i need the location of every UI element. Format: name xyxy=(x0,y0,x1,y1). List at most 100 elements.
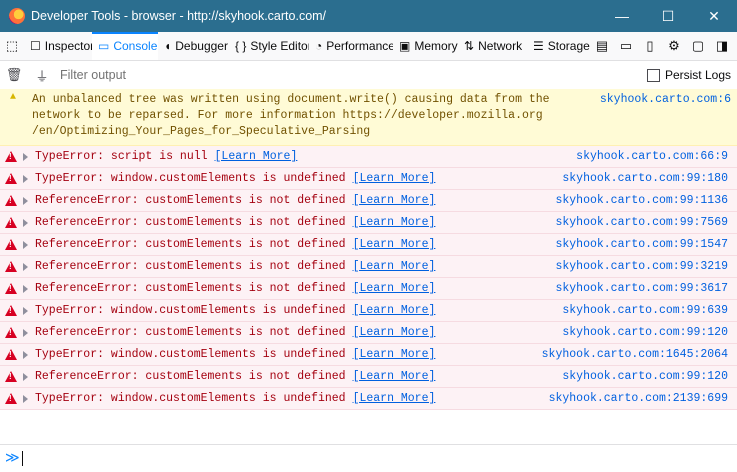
warning-message: ▲ An unbalanced tree was written using d… xyxy=(0,89,737,146)
error-message-row: ReferenceError: customElements is not de… xyxy=(0,278,737,300)
tab-label: Style Editor xyxy=(250,39,309,53)
error-text: TypeError: script is null xyxy=(35,150,208,163)
expand-arrow-icon[interactable] xyxy=(23,218,28,227)
error-message-row: TypeError: script is null [Learn More] sky… xyxy=(0,146,737,168)
console-output[interactable]: ▲ An unbalanced tree was written using d… xyxy=(0,89,737,444)
error-message-row: TypeError: window.customElements is unde… xyxy=(0,388,737,410)
error-location-link[interactable]: skyhook.carto.com:99:3219 xyxy=(555,260,728,273)
learn-more-link[interactable]: [Learn More] xyxy=(353,370,436,383)
filter-output-input[interactable] xyxy=(56,68,584,82)
filter-icon[interactable]: ⏚ xyxy=(28,61,56,89)
tab-inspector[interactable]: ☐ Inspector xyxy=(24,32,92,60)
console-input[interactable]: ≫ xyxy=(0,444,737,472)
learn-more-link[interactable]: [Learn More] xyxy=(353,238,436,251)
error-list: TypeError: script is null [Learn More] sky… xyxy=(0,146,737,410)
tab-performance[interactable]: ◔ Performance xyxy=(309,32,393,60)
frame-select-icon[interactable]: ▯ xyxy=(638,32,662,60)
learn-more-link[interactable]: [Learn More] xyxy=(353,194,436,207)
learn-more-link[interactable]: [Learn More] xyxy=(353,216,436,229)
learn-more-link[interactable]: [Learn More] xyxy=(353,326,436,339)
learn-more-link[interactable]: [Learn More] xyxy=(353,172,436,185)
error-location-link[interactable]: skyhook.carto.com:99:1547 xyxy=(555,238,728,251)
expand-arrow-icon[interactable] xyxy=(23,306,28,315)
dock-bottom-icon[interactable]: ▢ xyxy=(686,32,710,60)
error-icon xyxy=(5,304,19,317)
error-location-link[interactable]: skyhook.carto.com:99:120 xyxy=(562,326,728,339)
expand-arrow-icon[interactable] xyxy=(23,262,28,271)
tab-storage[interactable]: ☰ Storage xyxy=(527,32,590,60)
devtools-toolbar: ⬚ ☐ Inspector ▭ Console ◖ Debugger { } S… xyxy=(0,32,737,61)
error-icon xyxy=(5,282,19,295)
maximize-button[interactable]: ☐ xyxy=(645,0,691,32)
error-message-row: ReferenceError: customElements is not de… xyxy=(0,190,737,212)
expand-arrow-icon[interactable] xyxy=(23,174,28,183)
error-location-link[interactable]: skyhook.carto.com:99:7569 xyxy=(555,216,728,229)
learn-more-link[interactable]: [Learn More] xyxy=(353,282,436,295)
tab-style-editor[interactable]: { } Style Editor xyxy=(229,32,309,60)
style-editor-icon: { } xyxy=(235,39,247,53)
learn-more-link[interactable]: [Learn More] xyxy=(353,304,436,317)
title-bar: Developer Tools - browser - http://skyho… xyxy=(0,0,737,32)
learn-more-link[interactable]: [Learn More] xyxy=(215,150,298,163)
error-message-row: TypeError: window.customElements is unde… xyxy=(0,168,737,190)
dock-side-icon[interactable]: ◨ xyxy=(710,32,734,60)
expand-arrow-icon[interactable] xyxy=(23,328,28,337)
error-message-row: ReferenceError: customElements is not de… xyxy=(0,322,737,344)
minimize-button[interactable]: — xyxy=(599,0,645,32)
expand-arrow-icon[interactable] xyxy=(23,152,28,161)
tab-label: Memory xyxy=(414,39,458,53)
error-location-link[interactable]: skyhook.carto.com:66:9 xyxy=(576,150,728,163)
error-location-link[interactable]: skyhook.carto.com:99:120 xyxy=(562,370,728,383)
tab-debugger[interactable]: ◖ Debugger xyxy=(158,32,229,60)
error-text: ReferenceError: customElements is not de… xyxy=(35,326,346,339)
error-message-row: ReferenceError: customElements is not de… xyxy=(0,256,737,278)
memory-icon: ▣ xyxy=(399,39,411,53)
persist-logs-toggle[interactable]: Persist Logs xyxy=(646,68,731,82)
error-location-link[interactable]: skyhook.carto.com:99:3617 xyxy=(555,282,728,295)
error-message-row: ReferenceError: customElements is not de… xyxy=(0,366,737,388)
error-text: ReferenceError: customElements is not de… xyxy=(35,194,346,207)
error-location-link[interactable]: skyhook.carto.com:99:1136 xyxy=(555,194,728,207)
expand-arrow-icon[interactable] xyxy=(23,284,28,293)
error-text: ReferenceError: customElements is not de… xyxy=(35,238,346,251)
learn-more-link[interactable]: [Learn More] xyxy=(353,260,436,273)
error-location-link[interactable]: skyhook.carto.com:2139:699 xyxy=(549,392,728,405)
error-icon xyxy=(5,326,19,339)
settings-gear-icon[interactable]: ⚙ xyxy=(662,32,686,60)
tab-network[interactable]: ⇅ Network xyxy=(458,32,527,60)
error-icon xyxy=(5,348,19,361)
error-icon xyxy=(5,260,19,273)
tab-memory[interactable]: ▣ Memory xyxy=(393,32,458,60)
error-text: TypeError: window.customElements is unde… xyxy=(35,392,346,405)
warning-icon: ▲ xyxy=(9,92,16,103)
expand-arrow-icon[interactable] xyxy=(23,350,28,359)
expand-arrow-icon[interactable] xyxy=(23,196,28,205)
tab-console[interactable]: ▭ Console xyxy=(92,32,158,60)
error-location-link[interactable]: skyhook.carto.com:1645:2064 xyxy=(542,348,728,361)
learn-more-link[interactable]: [Learn More] xyxy=(353,348,436,361)
error-text: ReferenceError: customElements is not de… xyxy=(35,370,346,383)
warning-location-link[interactable]: skyhook.carto.com:6 xyxy=(592,92,731,140)
element-picker-icon[interactable]: ⬚ xyxy=(0,32,24,60)
persist-logs-checkbox[interactable] xyxy=(646,68,660,82)
error-location-link[interactable]: skyhook.carto.com:99:639 xyxy=(562,304,728,317)
persist-logs-label: Persist Logs xyxy=(664,68,731,82)
text-caret xyxy=(21,451,23,466)
error-text: TypeError: window.customElements is unde… xyxy=(35,348,346,361)
error-icon xyxy=(5,150,19,163)
error-text: TypeError: window.customElements is unde… xyxy=(35,304,346,317)
error-icon xyxy=(5,392,19,405)
tab-label: Console xyxy=(113,39,158,53)
trash-icon[interactable]: 🗑 xyxy=(0,61,28,89)
close-button[interactable]: ✕ xyxy=(691,0,737,32)
responsive-design-icon[interactable]: ▤ xyxy=(590,32,614,60)
tab-label: Network xyxy=(478,39,523,53)
expand-arrow-icon[interactable] xyxy=(23,372,28,381)
scratchpad-icon[interactable]: ▭ xyxy=(614,32,638,60)
error-message-row: ReferenceError: customElements is not de… xyxy=(0,234,737,256)
tab-label: Storage xyxy=(547,39,590,53)
error-location-link[interactable]: skyhook.carto.com:99:180 xyxy=(562,172,728,185)
expand-arrow-icon[interactable] xyxy=(23,240,28,249)
expand-arrow-icon[interactable] xyxy=(23,394,28,403)
learn-more-link[interactable]: [Learn More] xyxy=(353,392,436,405)
